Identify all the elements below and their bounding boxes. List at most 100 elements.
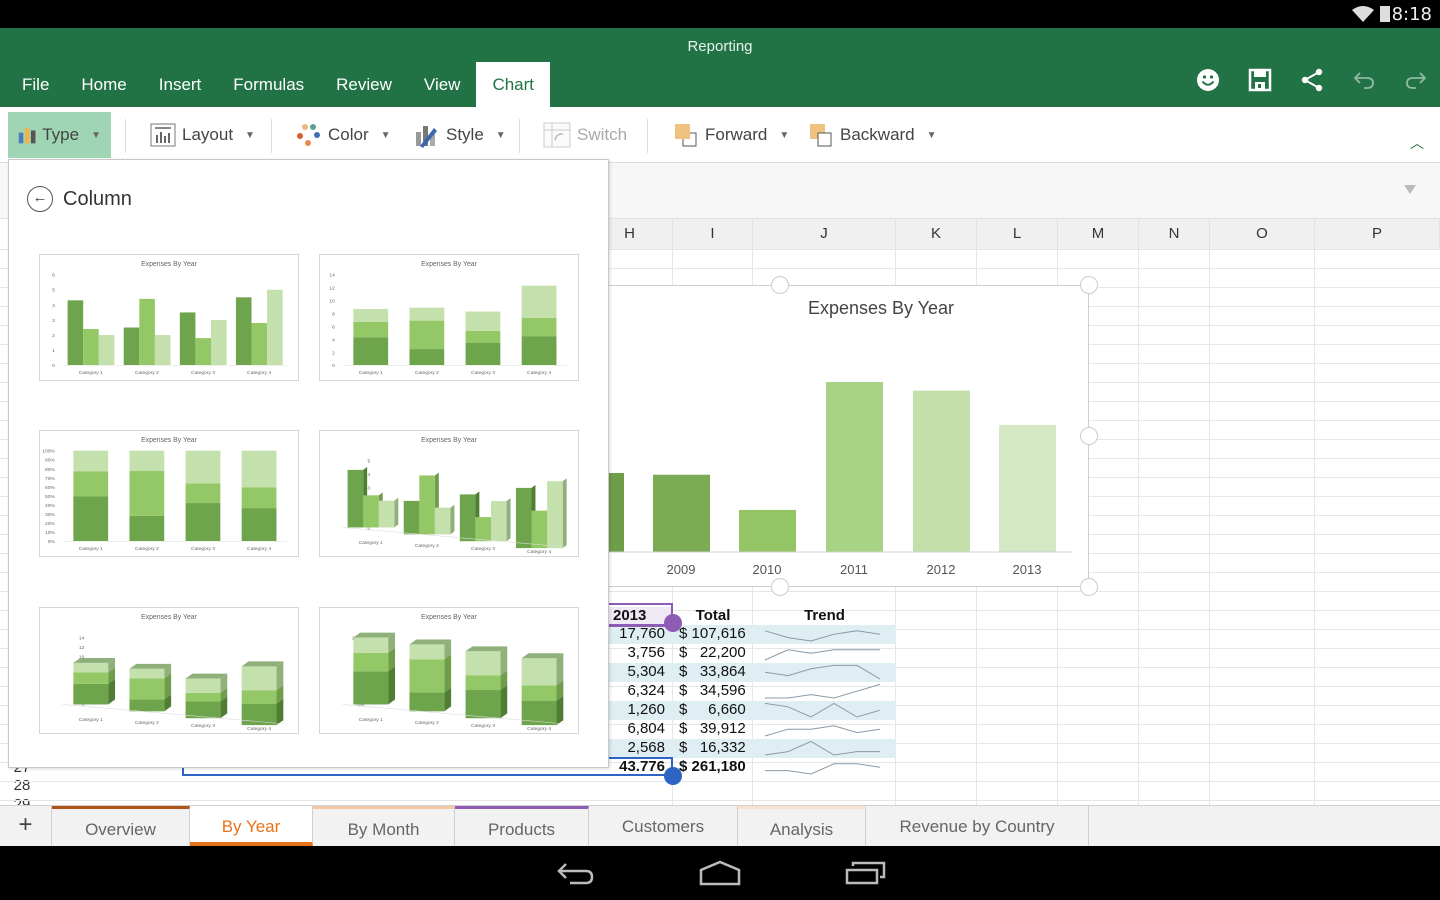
column-header-k[interactable]: K (896, 219, 977, 249)
selection-handle-purple[interactable] (664, 614, 682, 632)
thumb-bar (185, 692, 221, 702)
column-header-o[interactable]: O (1210, 219, 1315, 249)
thumb-bar-side (444, 654, 452, 693)
column-header-n[interactable]: N (1139, 219, 1210, 249)
tab-review[interactable]: Review (320, 62, 408, 107)
thumb-axis-label: 1 (52, 348, 55, 354)
resize-handle-bottom-right[interactable] (1080, 578, 1098, 596)
cell-total[interactable]: $ 39,912 (679, 720, 747, 737)
column-header-j[interactable]: J (753, 219, 896, 249)
home-icon[interactable] (699, 860, 741, 886)
thumb-axis-label: 8 (332, 311, 335, 317)
chart-object[interactable]: Expenses By Year 2009 2010 2011 2012 2013 (560, 285, 1089, 587)
save-icon[interactable] (1248, 68, 1272, 92)
tab-home[interactable]: Home (65, 62, 142, 107)
cell-2013[interactable]: 17,760 (609, 625, 665, 642)
switch-row-column-button[interactable]: Switch (533, 112, 637, 158)
column-header-m[interactable]: M (1058, 219, 1139, 249)
thumb-bar (73, 672, 109, 684)
send-backward-button[interactable]: Backward ▼ (798, 112, 947, 158)
bring-forward-button[interactable]: Forward ▼ (663, 112, 799, 158)
thumb-bar (129, 450, 165, 472)
add-sheet-button[interactable]: + (0, 806, 52, 846)
tab-chart[interactable]: Chart (476, 62, 551, 107)
sheet-tab-products[interactable]: Products (455, 806, 589, 846)
column-header-l[interactable]: L (977, 219, 1058, 249)
selection-handle-blue[interactable] (664, 767, 682, 785)
thumb-clustered-column[interactable]: Expenses By Year 0 1 2 3 4 5 6 Category 1 Categor… (39, 254, 299, 381)
thumb-bar (185, 483, 221, 504)
switch-icon (543, 122, 571, 148)
chevron-down-icon: ▼ (91, 129, 101, 141)
cell-total[interactable]: $ 16,332 (679, 739, 747, 756)
thumb-bar-side (388, 666, 396, 705)
tab-view[interactable]: View (408, 62, 477, 107)
thumb-3d-clustered-column[interactable]: Expenses By Year012345Category 1Category… (319, 430, 579, 557)
thumb-bar (434, 507, 451, 535)
column-header-p[interactable]: P (1315, 219, 1440, 249)
thumb-category-label: Category 4 (527, 549, 551, 555)
tab-formulas[interactable]: Formulas (217, 62, 320, 107)
thumb-axis-label: 5 (368, 458, 371, 464)
header-trend[interactable]: Trend (753, 607, 896, 624)
sheet-tab-analysis[interactable]: Analysis (738, 806, 866, 846)
thumb-stacked-column[interactable]: Expenses By Year 0 2 4 6 8 10 12 14 Category 1 Cat… (319, 254, 579, 381)
redo-icon[interactable] (1404, 68, 1428, 92)
thumb-bar (73, 471, 109, 497)
tab-insert[interactable]: Insert (143, 62, 218, 107)
type-button[interactable]: Type ▼ (8, 112, 111, 158)
cell-2013[interactable]: 6,324 (609, 682, 665, 699)
sheet-tab-by-month[interactable]: By Month (313, 806, 455, 846)
resize-handle-top[interactable] (771, 276, 789, 294)
header-total[interactable]: Total (673, 607, 753, 624)
cell-total[interactable]: $ 22,200 (679, 644, 747, 661)
share-icon[interactable] (1300, 68, 1324, 92)
cell-total[interactable]: $ 6,660 (679, 701, 747, 718)
thumb-3d-stacked-column[interactable]: Expenses By Year02468101214Category 1Cat… (39, 607, 299, 734)
x-tick-label: 2012 (927, 562, 956, 577)
thumb-bar (409, 692, 445, 712)
sheet-tab-customers[interactable]: Customers (589, 806, 738, 846)
backward-label: Backward (840, 125, 915, 144)
cell-2013[interactable]: 1,260 (609, 701, 665, 718)
resize-handle-bottom[interactable] (771, 578, 789, 596)
back-to-chart-types[interactable]: ← Column (27, 186, 132, 212)
layout-button[interactable]: Layout ▼ (140, 112, 265, 158)
cell-2013[interactable]: 6,804 (609, 720, 665, 737)
color-button[interactable]: Color ▼ (286, 112, 401, 158)
cell-total[interactable]: $ 34,596 (679, 682, 747, 699)
undo-icon[interactable] (1352, 68, 1376, 92)
sheet-tab-overview[interactable]: Overview (52, 806, 190, 846)
tab-file[interactable]: File (0, 62, 65, 107)
resize-handle-top-right[interactable] (1080, 276, 1098, 294)
thumb-3d-100-stacked-column[interactable]: Expenses By Year0%20%40%60%80%100%Catego… (319, 607, 579, 734)
back-arrow-icon[interactable]: ← (27, 186, 53, 212)
sheet-tab-revenue-by-country[interactable]: Revenue by Country (866, 806, 1089, 846)
resize-handle-right[interactable] (1080, 427, 1098, 445)
sheet-tab-by-year[interactable]: By Year (190, 806, 313, 846)
thumb-bar (123, 327, 140, 366)
cell-2013[interactable]: 3,756 (609, 644, 665, 661)
cell-grand-total[interactable]: $ 261,180 (679, 758, 754, 775)
thumb-100-stacked-column[interactable]: Expenses By Year 0% 10% 20% 30% 40% 50% 60% 70% 8… (39, 430, 299, 557)
thumb-axis-label: 4 (332, 337, 335, 343)
column-header-i[interactable]: I (673, 219, 753, 249)
cell-total[interactable]: $ 33,864 (679, 663, 747, 680)
smiley-feedback-icon[interactable] (1196, 68, 1220, 92)
collapse-ribbon-icon[interactable]: ︿ (1410, 133, 1424, 153)
style-button[interactable]: Style ▼ (404, 112, 516, 158)
sparkline-5 (764, 725, 881, 737)
cell-2013-total[interactable]: 43.776 (609, 758, 665, 775)
thumb-bar-side (562, 478, 567, 549)
cell-2013[interactable]: 5,304 (609, 663, 665, 680)
back-icon[interactable] (556, 860, 596, 886)
column-gridline (1314, 249, 1315, 805)
thumb-axis-label: 10% (45, 530, 55, 536)
thumb-bar (353, 321, 389, 338)
row-number[interactable]: 28 (0, 777, 44, 794)
expand-formula-icon[interactable] (1404, 185, 1416, 194)
recent-apps-icon[interactable] (845, 860, 887, 886)
header-2013[interactable]: 2013 (609, 607, 671, 626)
column-chart[interactable]: 2009 2010 2011 2012 2013 (561, 286, 1088, 586)
cell-total[interactable]: $ 107,616 (679, 625, 747, 642)
